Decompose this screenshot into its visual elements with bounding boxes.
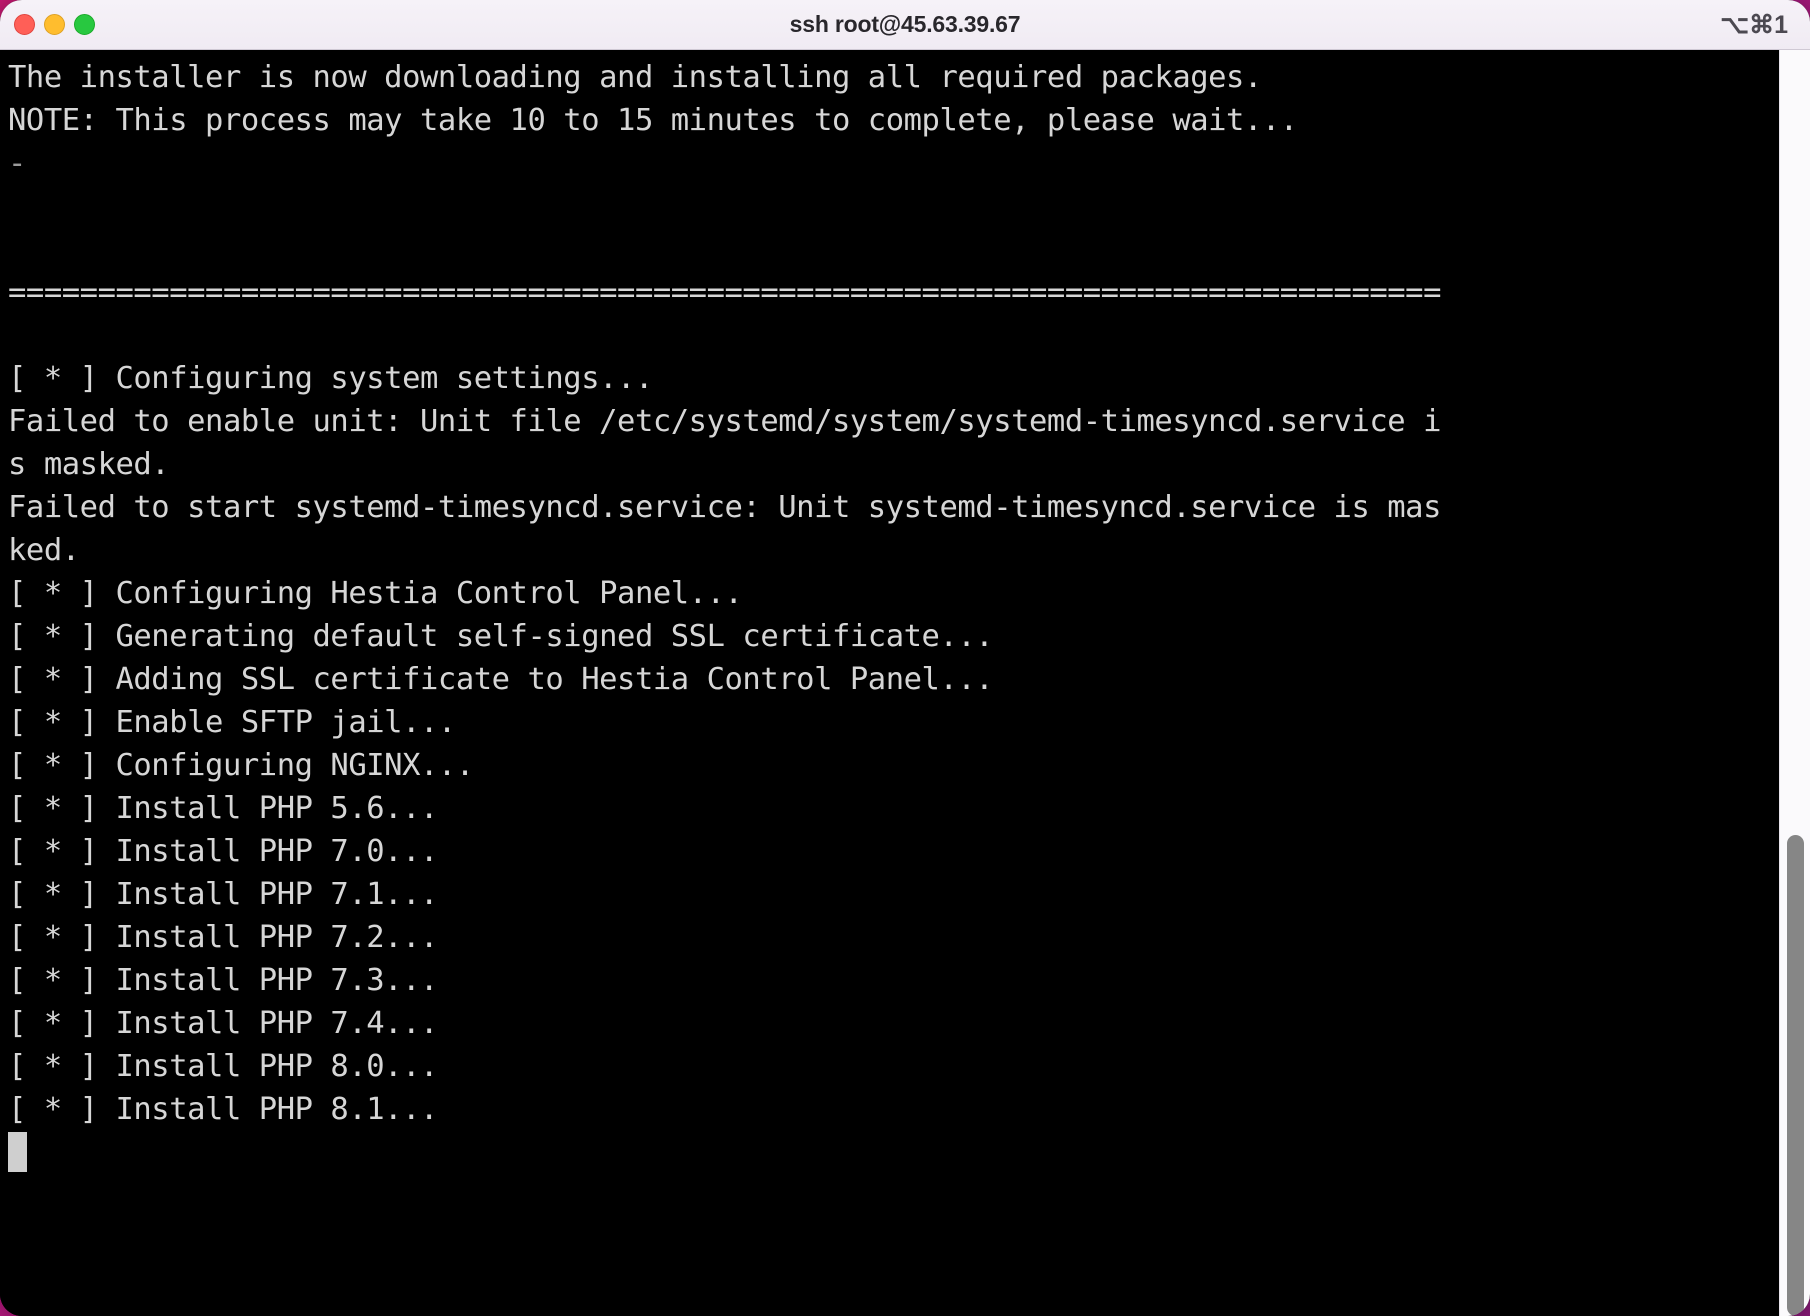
- scrollbar-thumb[interactable]: [1787, 835, 1804, 1316]
- terminal-line: [ * ] Enable SFTP jail...: [8, 705, 456, 740]
- terminal-cursor: [8, 1132, 27, 1172]
- terminal-line: [ * ] Install PHP 5.6...: [8, 791, 438, 826]
- terminal-output: The installer is now downloading and ins…: [8, 56, 1779, 1131]
- terminal-line: [ * ] Configuring NGINX...: [8, 748, 474, 783]
- terminal-line: Failed to enable unit: Unit file /etc/sy…: [8, 404, 1442, 439]
- vertical-scrollbar[interactable]: [1779, 50, 1810, 1316]
- window-title: ssh root@45.63.39.67: [789, 11, 1021, 37]
- terminal-line: ========================================…: [8, 275, 1442, 310]
- terminal-line: Failed to start systemd-timesyncd.servic…: [8, 490, 1442, 525]
- terminal-line: [ * ] Install PHP 8.1...: [8, 1092, 438, 1127]
- window-titlebar: ssh root@45.63.39.67 ⌥⌘1: [0, 0, 1810, 50]
- terminal-line: [ * ] Configuring Hestia Control Panel..…: [8, 576, 743, 611]
- terminal-line: [ * ] Install PHP 7.4...: [8, 1006, 438, 1041]
- terminal-line: NOTE: This process may take 10 to 15 min…: [8, 103, 1298, 138]
- window-shortcut-badge: ⌥⌘1: [1720, 10, 1788, 39]
- terminal-screen[interactable]: The installer is now downloading and ins…: [0, 50, 1779, 1316]
- terminal-line: [ * ] Install PHP 8.0...: [8, 1049, 438, 1084]
- maximize-button[interactable]: [74, 14, 95, 35]
- terminal-body[interactable]: The installer is now downloading and ins…: [0, 50, 1810, 1316]
- minimize-button[interactable]: [44, 14, 65, 35]
- terminal-line: -: [8, 146, 26, 181]
- terminal-line: [ * ] Install PHP 7.3...: [8, 963, 438, 998]
- terminal-line: [ * ] Adding SSL certificate to Hestia C…: [8, 662, 994, 697]
- close-button[interactable]: [14, 14, 35, 35]
- terminal-line: s masked.: [8, 447, 170, 482]
- terminal-line: [ * ] Install PHP 7.0...: [8, 834, 438, 869]
- terminal-line: [ * ] Install PHP 7.2...: [8, 920, 438, 955]
- terminal-window: ssh root@45.63.39.67 ⌥⌘1 The installer i…: [0, 0, 1810, 1316]
- terminal-line: [ * ] Install PHP 7.1...: [8, 877, 438, 912]
- terminal-line: [ * ] Generating default self-signed SSL…: [8, 619, 994, 654]
- window-controls: [14, 0, 95, 49]
- terminal-line: The installer is now downloading and ins…: [8, 60, 1262, 95]
- desktop-background: ssh root@45.63.39.67 ⌥⌘1 The installer i…: [0, 0, 1810, 1316]
- terminal-line: [ * ] Configuring system settings...: [8, 361, 653, 396]
- terminal-line: ked.: [8, 533, 80, 568]
